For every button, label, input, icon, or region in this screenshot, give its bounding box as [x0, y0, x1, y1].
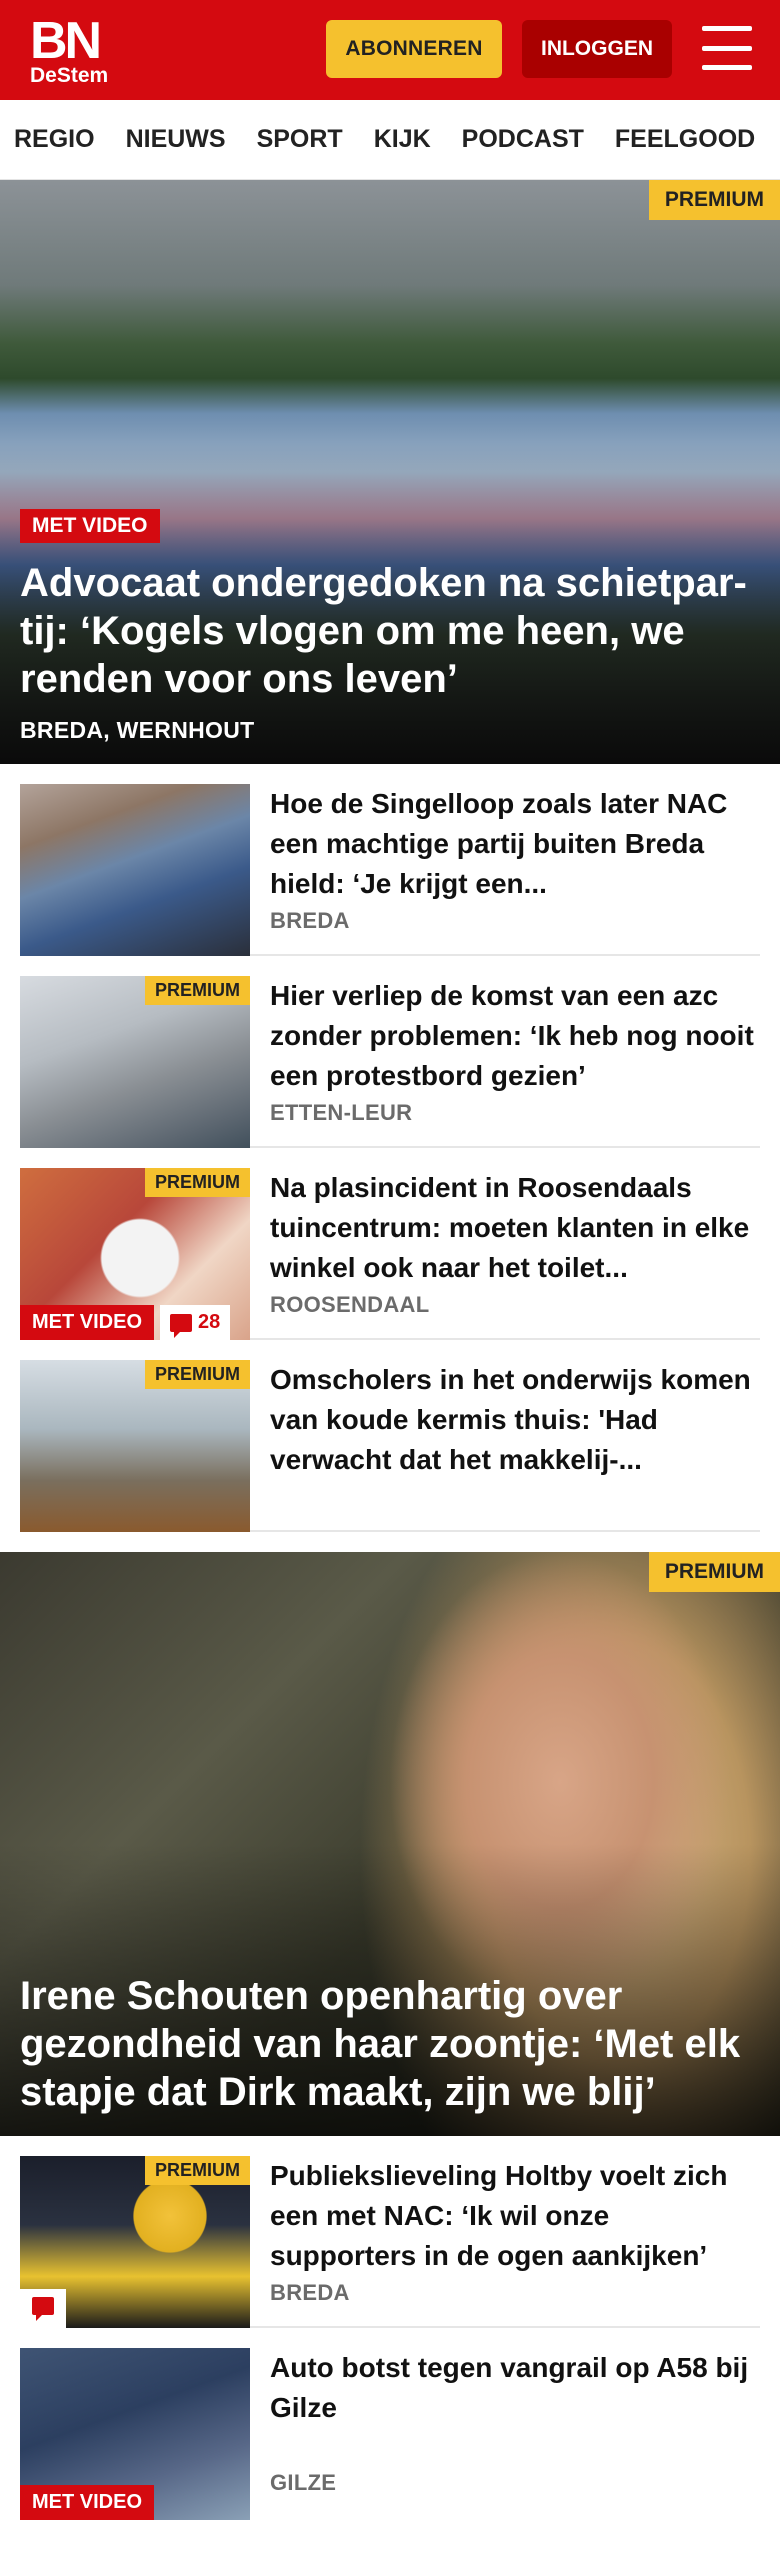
premium-badge: PREMIUM	[145, 1168, 250, 1197]
list-item[interactable]: Hoe de Singelloop zoals later NAC een ma…	[20, 764, 760, 956]
list-item[interactable]: PREMIUM Omscholers in het onderwijs kome…	[20, 1340, 760, 1532]
premium-badge: PREMIUM	[145, 2156, 250, 2185]
article-title[interactable]: Omscholers in het onderwijs komen van ko…	[270, 1360, 760, 1480]
list-item[interactable]: MET VIDEO Auto botst tegen vangrail op A…	[20, 2328, 760, 2520]
premium-badge: PREMIUM	[648, 1552, 780, 1592]
nav-item-nieuws[interactable]: NIEUWS	[126, 125, 226, 154]
hero-article-2-title[interactable]: Irene Schouten openhartig over gezondhei…	[20, 1972, 760, 2116]
video-badge: MET VIDEO	[20, 2485, 155, 2520]
video-badge: MET VIDEO	[20, 1305, 155, 1340]
article-location: ROOSENDAAL	[270, 1292, 430, 1317]
login-button[interactable]: INLOGGEN	[522, 20, 672, 78]
article-thumbnail[interactable]: MET VIDEO	[20, 2348, 250, 2520]
logo-main-text: BN	[30, 11, 102, 70]
article-location: BREDA	[270, 2280, 350, 2305]
article-list-2: PREMIUM Publiekslieveling Holtby voelt z…	[0, 2136, 780, 2520]
article-thumbnail[interactable]: PREMIUM	[20, 2156, 250, 2328]
list-item[interactable]: PREMIUM MET VIDEO 28 Na plasincident in …	[20, 1148, 760, 1340]
article-title[interactable]: Publiekslieveling Holtby voelt zich een …	[270, 2156, 760, 2276]
article-list-1: Hoe de Singelloop zoals later NAC een ma…	[0, 764, 780, 1532]
list-item[interactable]: PREMIUM Publiekslieveling Holtby voelt z…	[20, 2136, 760, 2328]
article-thumbnail[interactable]: PREMIUM	[20, 976, 250, 1148]
logo-sub-text: DeStem	[30, 63, 109, 87]
list-item[interactable]: PREMIUM Hier verliep de komst van een az…	[20, 956, 760, 1148]
category-nav: REGIO NIEUWS SPORT KIJK PODCAST FEELGOOD	[0, 100, 780, 180]
nav-item-sport[interactable]: SPORT	[257, 125, 343, 154]
article-title[interactable]: Na plasincident in Roosendaals tuincentr…	[270, 1168, 760, 1288]
comment-icon	[170, 1313, 192, 1338]
comment-icon	[32, 2297, 54, 2321]
video-badge: MET VIDEO	[20, 509, 160, 543]
comment-count[interactable]	[20, 2289, 66, 2328]
nav-item-kijk[interactable]: KIJK	[374, 125, 431, 154]
article-title[interactable]: Hoe de Singelloop zoals later NAC een ma…	[270, 784, 760, 904]
hero-article-1[interactable]: PREMIUM MET VIDEO Advocaat ondergedoken …	[0, 180, 780, 764]
comment-count-value: 28	[198, 1311, 221, 1333]
article-location: BREDA	[270, 908, 350, 933]
article-thumbnail[interactable]: PREMIUM	[20, 1360, 250, 1532]
nav-item-regio[interactable]: REGIO	[14, 125, 95, 154]
hero-article-2-body: Irene Schouten openhartig over gezondhei…	[20, 1956, 760, 2116]
article-title[interactable]: Hier verliep de komst van een azc zonder…	[270, 976, 760, 1096]
article-location: ETTEN-LEUR	[270, 1100, 413, 1125]
site-logo[interactable]: BN DeStem	[30, 15, 108, 86]
premium-badge: PREMIUM	[648, 180, 780, 220]
premium-badge: PREMIUM	[145, 976, 250, 1005]
article-thumbnail[interactable]	[20, 784, 250, 956]
nav-item-feelgood[interactable]: FEELGOOD	[615, 125, 755, 154]
article-location: GILZE	[270, 2470, 337, 2495]
hero-article-1-title[interactable]: Advocaat ondergedoken na schietpar-tij: …	[20, 559, 760, 703]
subscribe-button[interactable]: ABONNEREN	[326, 20, 502, 78]
hero-article-1-location: BREDA, WERNHOUT	[20, 717, 255, 743]
article-title[interactable]: Auto botst tegen vangrail op A58 bij Gil…	[270, 2348, 760, 2428]
premium-badge: PREMIUM	[145, 1360, 250, 1389]
article-thumbnail[interactable]: PREMIUM MET VIDEO 28	[20, 1168, 250, 1340]
hero-article-1-body: MET VIDEO Advocaat ondergedoken na schie…	[20, 509, 760, 744]
nav-item-podcast[interactable]: PODCAST	[462, 125, 584, 154]
hero-article-2[interactable]: PREMIUM Irene Schouten openhartig over g…	[0, 1552, 780, 2136]
top-bar: BN DeStem ABONNEREN INLOGGEN	[0, 0, 780, 100]
comment-count[interactable]: 28	[160, 1305, 231, 1340]
hamburger-menu-icon[interactable]	[702, 26, 752, 70]
